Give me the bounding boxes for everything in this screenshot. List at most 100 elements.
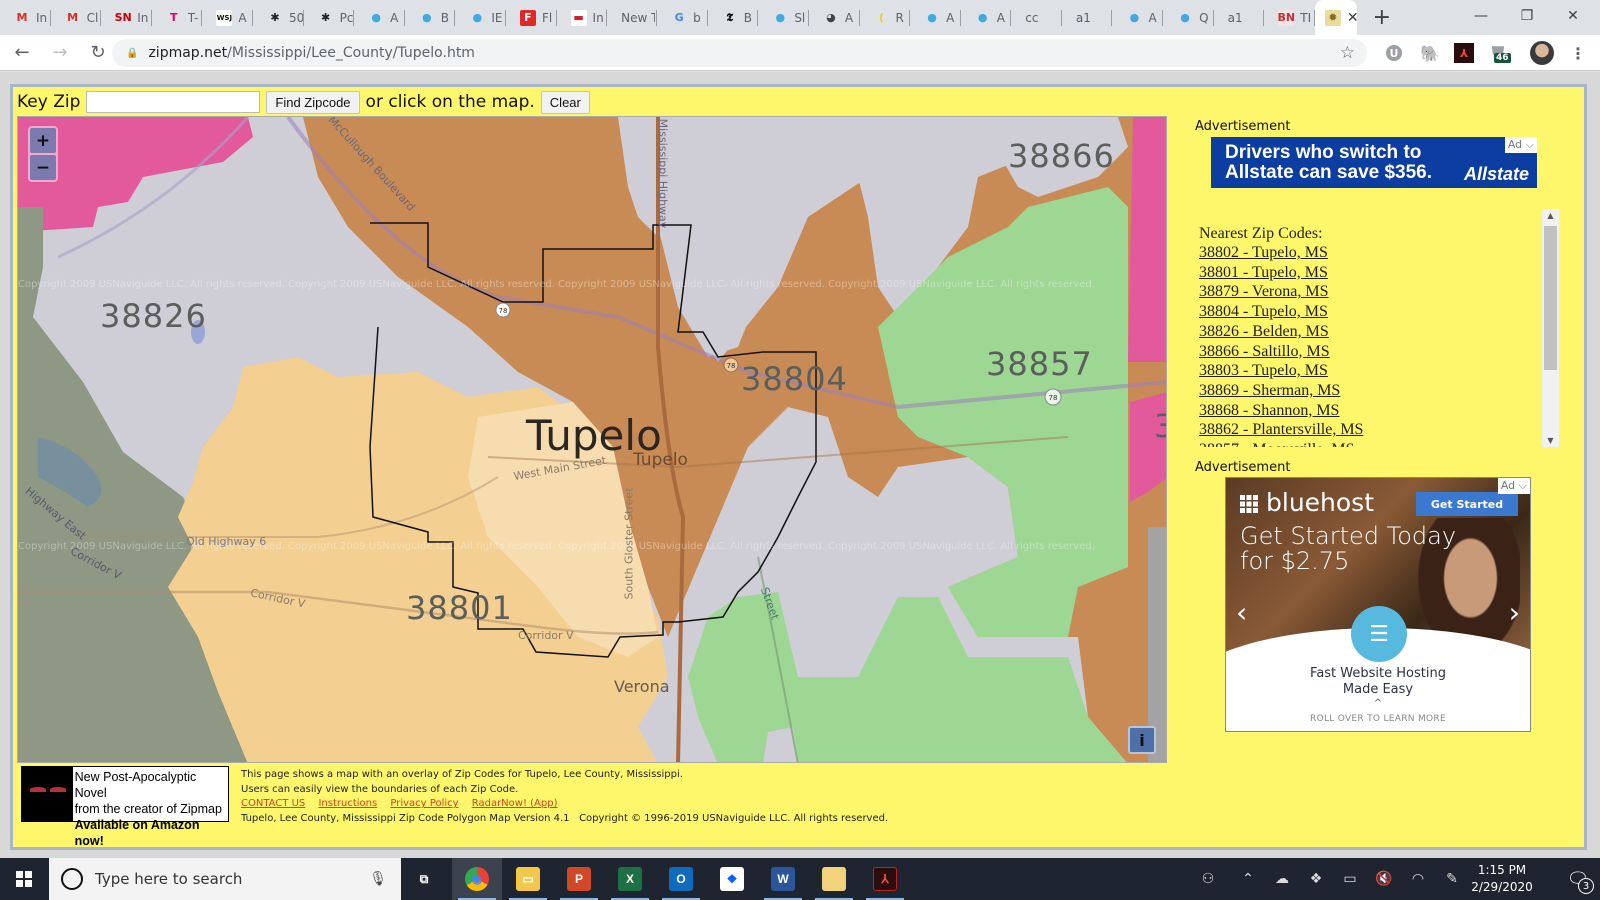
browser-tab[interactable]: T T- bbox=[152, 0, 203, 35]
close-window-button[interactable]: ✕ bbox=[1550, 0, 1596, 32]
outlook-taskbar-button[interactable]: O bbox=[656, 858, 706, 900]
adchoices-badge[interactable]: Ad ⌵ bbox=[1504, 137, 1537, 153]
nearest-zip-link[interactable]: 38801 - Tupelo, MS bbox=[1199, 263, 1541, 283]
shield-extension-icon[interactable]: ⛊ 46 bbox=[1488, 43, 1511, 63]
map-info-button[interactable]: i bbox=[1128, 726, 1156, 754]
nearest-zip-link[interactable]: 38868 - Shannon, MS bbox=[1199, 401, 1541, 421]
browser-tab[interactable]: ▬ In bbox=[557, 0, 608, 35]
scroll-down-arrow-icon[interactable]: ▼ bbox=[1542, 436, 1559, 445]
radarnow-link[interactable]: RadarNow! (App) bbox=[472, 798, 558, 809]
action-center-button[interactable]: 🗨 3 bbox=[1556, 858, 1600, 900]
address-bar[interactable]: 🔒 zipmap.net/Mississippi/Lee_County/Tupe… bbox=[112, 39, 1367, 67]
zoom-out-button[interactable]: − bbox=[30, 155, 56, 180]
instructions-link[interactable]: Instructions bbox=[318, 798, 377, 809]
contact-us-link[interactable]: CONTACT US bbox=[241, 798, 305, 809]
nearest-list-scrollbar[interactable]: ▲ ▼ bbox=[1542, 209, 1559, 447]
browser-tab[interactable]: ✱ Pc bbox=[304, 0, 355, 35]
browser-tab[interactable]: ◕ A bbox=[809, 0, 860, 35]
browser-tab[interactable]: F Fl bbox=[506, 0, 557, 35]
close-tab-icon[interactable]: ✕ bbox=[1347, 10, 1359, 26]
browser-tab[interactable]: M In bbox=[0, 0, 51, 35]
browser-tab[interactable]: cc bbox=[1011, 0, 1062, 35]
nearest-zip-link[interactable]: 38804 - Tupelo, MS bbox=[1199, 302, 1541, 322]
browser-tab[interactable]: ● A bbox=[910, 0, 961, 35]
new-tab-button[interactable]: + bbox=[1367, 5, 1397, 30]
zip-input[interactable] bbox=[86, 91, 261, 113]
task-view-taskbar-button[interactable]: ⧉ bbox=[399, 858, 449, 900]
zone-pink-east[interactable] bbox=[1128, 117, 1167, 362]
clear-button[interactable]: Clear bbox=[540, 90, 590, 114]
allstate-ad[interactable]: Drivers who switch to Allstate can save … bbox=[1211, 137, 1537, 188]
start-button[interactable] bbox=[0, 858, 48, 900]
browser-tab[interactable]: a1 bbox=[1214, 0, 1265, 35]
browser-tab[interactable]: (R bbox=[860, 0, 911, 35]
scrollbar-thumb[interactable] bbox=[1544, 226, 1557, 370]
browser-tab[interactable]: ● IE bbox=[455, 0, 506, 35]
nearest-zip-link[interactable]: 38862 - Plantersville, MS bbox=[1199, 420, 1541, 440]
extension-u-icon[interactable]: U bbox=[1386, 45, 1402, 61]
bluehost-ad[interactable]: bluehost Get Started Get Started Today f… bbox=[1225, 477, 1531, 732]
nearest-zip-link[interactable]: 38866 - Saltillo, MS bbox=[1199, 342, 1541, 362]
zoom-in-button[interactable]: + bbox=[30, 128, 56, 153]
acrobat-taskbar-button[interactable]: ⅄ bbox=[860, 858, 910, 900]
chrome-taskbar-button[interactable]: ◉ bbox=[452, 858, 502, 900]
browser-tab[interactable]: ● A bbox=[1112, 0, 1163, 35]
evernote-icon[interactable]: 🐘 bbox=[1420, 43, 1440, 63]
onedrive-icon[interactable]: ☁ bbox=[1266, 858, 1298, 900]
browser-tab[interactable]: SN In bbox=[101, 0, 152, 35]
tab-active-zipmap[interactable]: ✹ ✕ bbox=[1314, 0, 1359, 35]
novel-promo-banner[interactable]: New Post-Apocalyptic Novel from the crea… bbox=[21, 766, 229, 848]
dropbox-taskbar-button[interactable]: ❖ bbox=[707, 858, 757, 900]
acrobat-extension-icon[interactable]: ⅄ bbox=[1454, 43, 1474, 63]
get-started-button[interactable]: Get Started bbox=[1416, 492, 1518, 516]
powerpoint-taskbar-button[interactable]: P bbox=[554, 858, 604, 900]
browser-tab[interactable]: ● Q bbox=[1163, 0, 1214, 35]
zip-map[interactable]: Copyright 2009 USNaviguide LLC. All righ… bbox=[17, 116, 1167, 763]
windows-search-box[interactable]: Type here to search 🎙 bbox=[49, 858, 401, 900]
excel-taskbar-button[interactable]: X bbox=[605, 858, 655, 900]
browser-tab[interactable]: Gb bbox=[657, 0, 708, 35]
back-button[interactable]: ← bbox=[6, 37, 38, 69]
taskbar-clock[interactable]: 1:15 PM 2/29/2020 bbox=[1462, 862, 1542, 896]
browser-tab[interactable]: ● B bbox=[405, 0, 456, 35]
word-taskbar-button[interactable]: W bbox=[758, 858, 808, 900]
file-explorer-taskbar-button[interactable]: ▭ bbox=[503, 858, 553, 900]
browser-tab[interactable]: ● Sl bbox=[758, 0, 809, 35]
browser-tab[interactable]: M Cl bbox=[51, 0, 102, 35]
map-canvas[interactable]: Copyright 2009 USNaviguide LLC. All righ… bbox=[18, 117, 1167, 763]
browser-tab[interactable]: ● A bbox=[354, 0, 405, 35]
battery-icon[interactable]: ▭ bbox=[1334, 858, 1366, 900]
people-icon[interactable]: ⚇ bbox=[1192, 858, 1224, 900]
minimize-button[interactable]: — bbox=[1458, 0, 1504, 32]
profile-avatar[interactable] bbox=[1530, 41, 1554, 65]
dropbox-icon[interactable]: ❖ bbox=[1300, 858, 1332, 900]
nearest-zip-link[interactable]: 38879 - Verona, MS bbox=[1199, 282, 1541, 302]
browser-tab[interactable]: ✱ 50 bbox=[253, 0, 304, 35]
adchoices-badge[interactable]: Ad ⌵ bbox=[1497, 478, 1530, 494]
chevron-up-icon[interactable]: ⌃ bbox=[1232, 858, 1264, 900]
mute-icon[interactable]: 🔇 bbox=[1368, 858, 1400, 900]
microphone-icon[interactable]: 🎙 bbox=[369, 871, 387, 887]
carousel-next-icon[interactable]: › bbox=[1509, 596, 1520, 629]
reload-button[interactable]: ↻ bbox=[82, 37, 114, 69]
restore-button[interactable]: ❐ bbox=[1504, 0, 1550, 32]
carousel-prev-icon[interactable]: ‹ bbox=[1236, 596, 1247, 629]
sticky-notes-taskbar-button[interactable] bbox=[809, 858, 859, 900]
nearest-zip-link[interactable]: 38826 - Belden, MS bbox=[1199, 322, 1541, 342]
menu-kebab-icon[interactable]: ⋮ bbox=[1568, 43, 1588, 63]
forward-button[interactable]: → bbox=[44, 37, 76, 69]
browser-tab[interactable]: ● A bbox=[961, 0, 1012, 35]
find-zipcode-button[interactable]: Find Zipcode bbox=[266, 90, 360, 114]
browser-tab[interactable]: New T bbox=[607, 0, 658, 35]
nearest-zip-link[interactable]: 38803 - Tupelo, MS bbox=[1199, 361, 1541, 381]
nearest-zip-link[interactable]: 38869 - Sherman, MS bbox=[1199, 381, 1541, 401]
nearest-zip-link[interactable]: 38857 - Mooreville, MS bbox=[1199, 440, 1541, 447]
browser-tab[interactable]: WSJ A bbox=[202, 0, 253, 35]
browser-tab[interactable]: 𝕿B bbox=[708, 0, 759, 35]
bookmark-star-icon[interactable]: ☆ bbox=[1340, 43, 1355, 63]
scroll-up-arrow-icon[interactable]: ▲ bbox=[1542, 211, 1559, 220]
privacy-policy-link[interactable]: Privacy Policy bbox=[390, 798, 458, 809]
browser-tab[interactable]: BN TI bbox=[1264, 0, 1315, 35]
nearest-zip-link[interactable]: 38802 - Tupelo, MS bbox=[1199, 243, 1541, 263]
browser-tab[interactable]: a1 bbox=[1062, 0, 1113, 35]
